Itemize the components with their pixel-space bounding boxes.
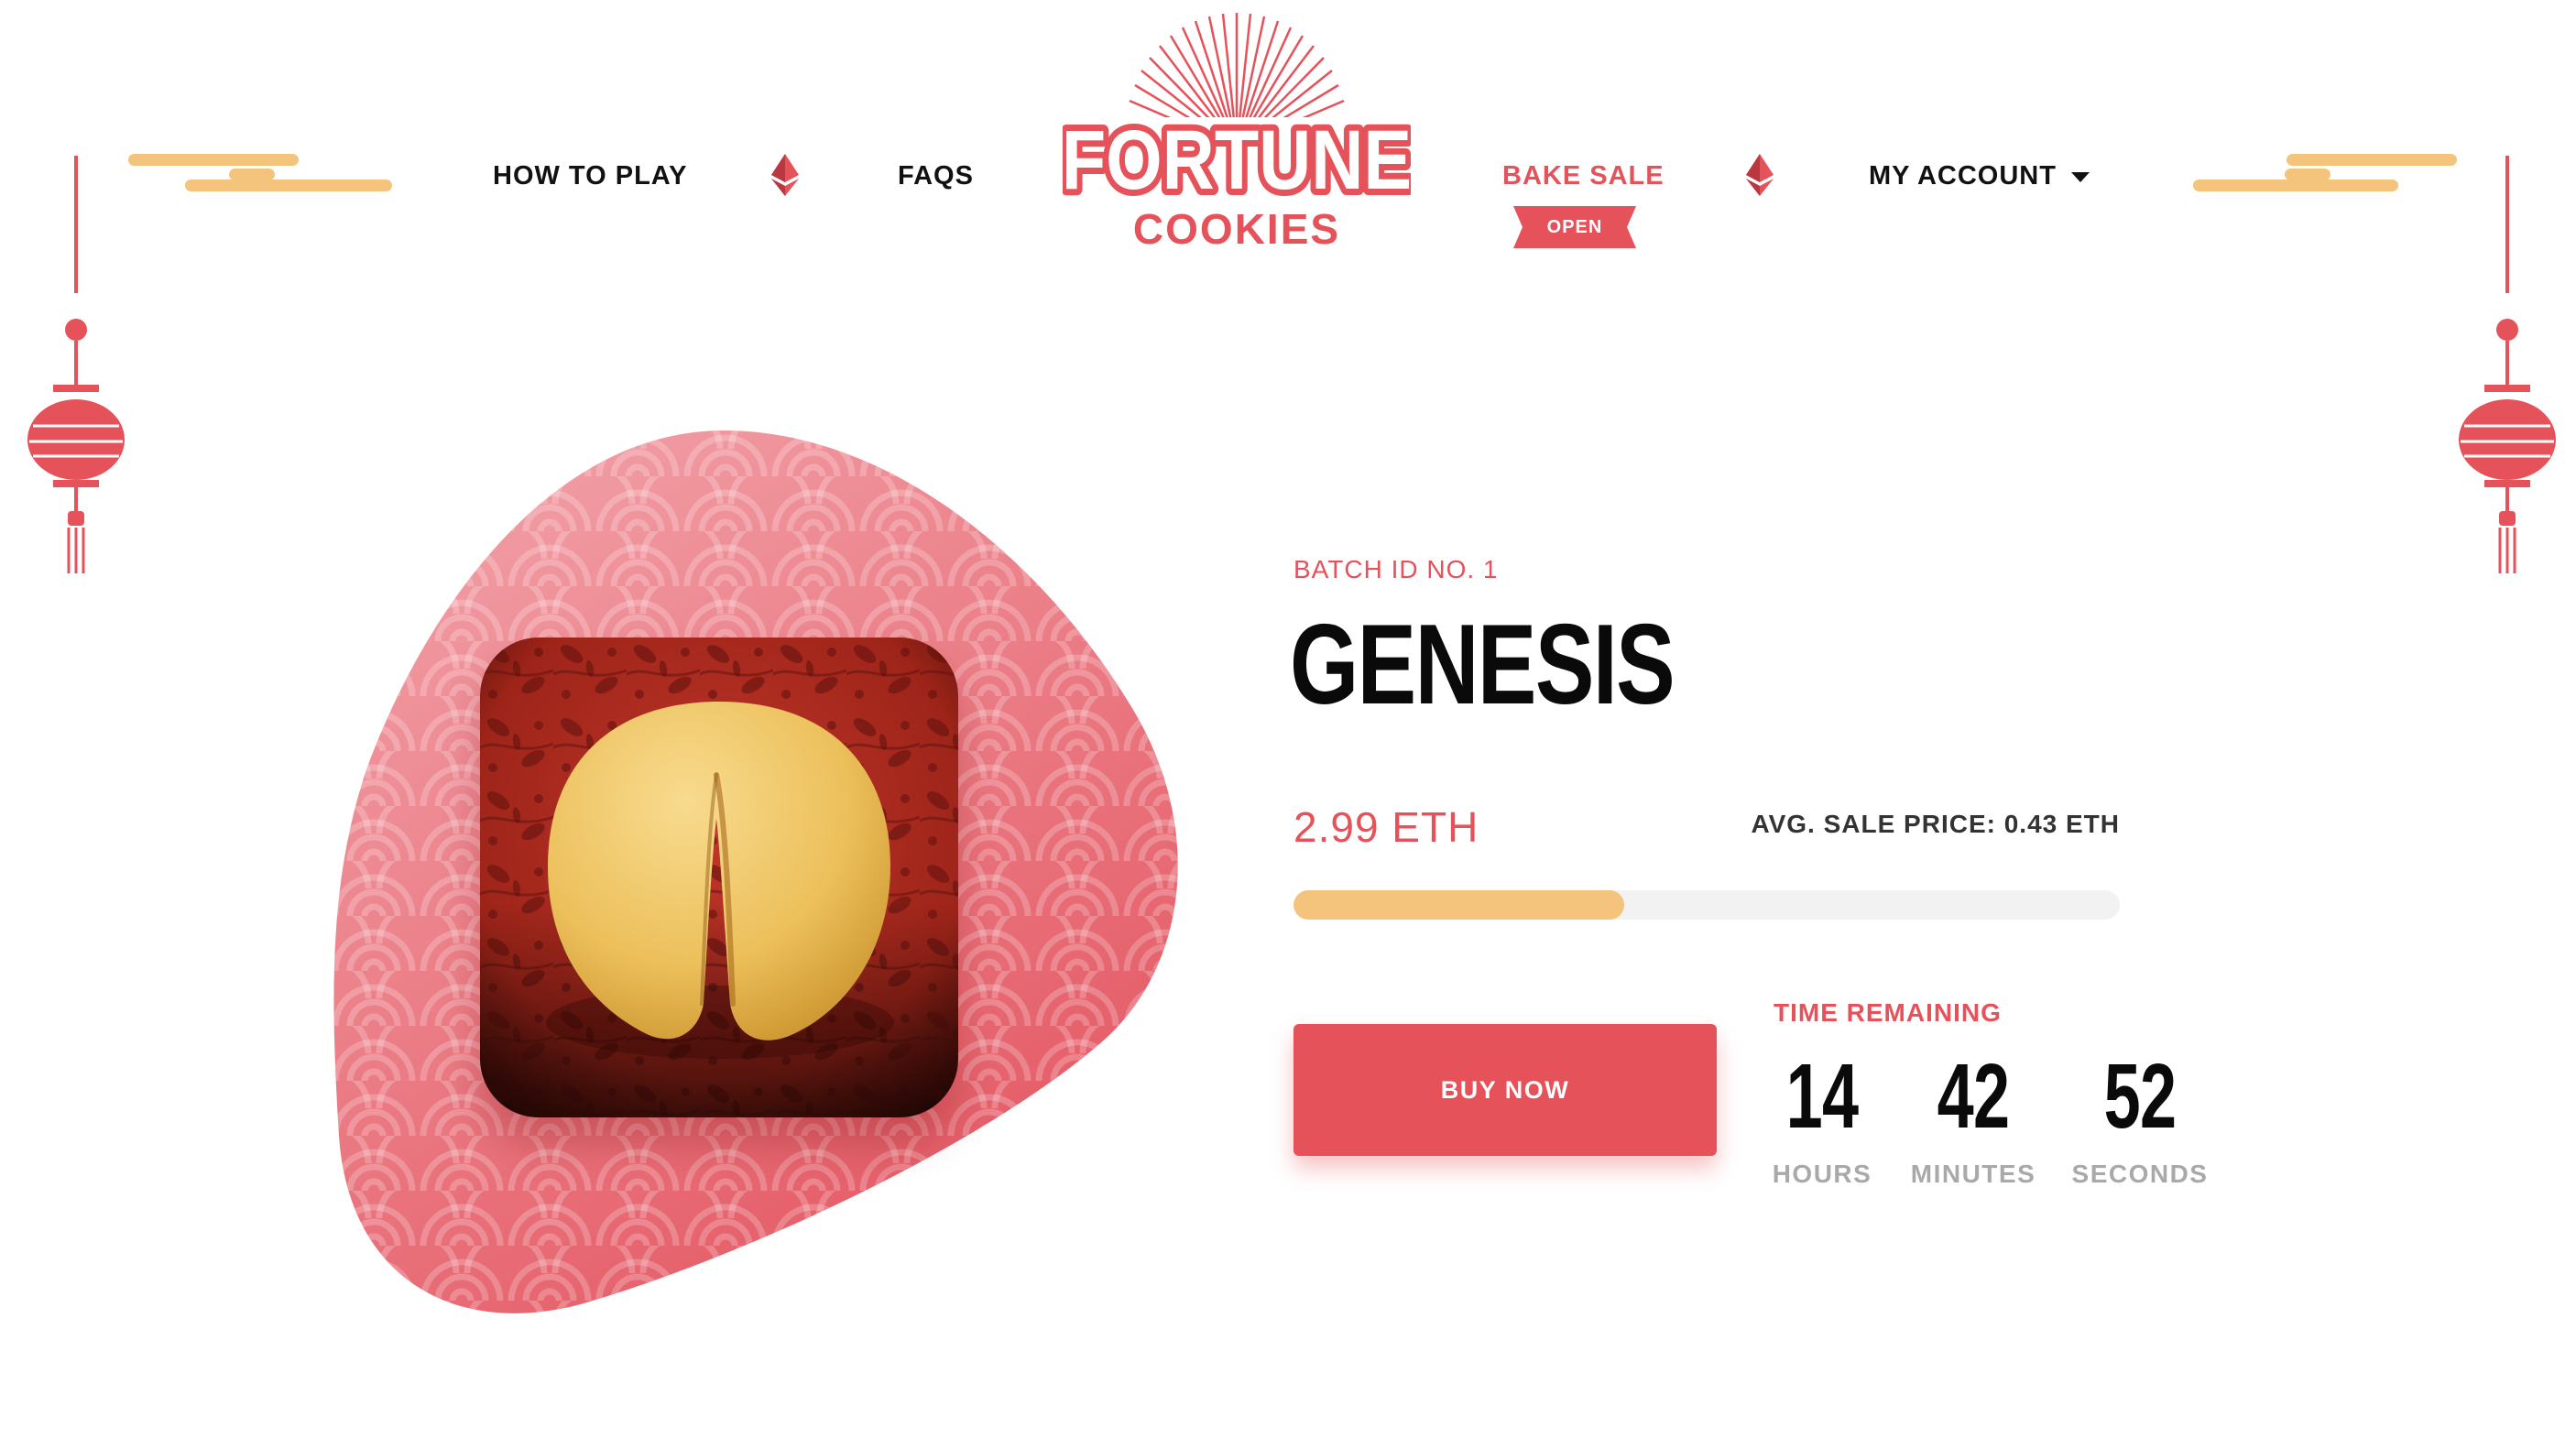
countdown-seconds: 52 SECONDS [2062,1046,2218,1189]
nav-how-to-play[interactable]: HOW TO PLAY [493,158,687,194]
svg-text:FORTUNE: FORTUNE [1063,113,1411,207]
caret-down-icon [2070,171,2090,182]
batch-id-label: BATCH ID NO. 1 [1293,555,1499,583]
batch-artwork[interactable] [480,637,958,1117]
average-sale-price: AVG. SALE PRICE: 0.43 ETH [1751,810,2120,838]
sale-progress-fill [1293,890,1624,920]
countdown-hours-value: 14 [1785,1045,1859,1148]
countdown-seconds-value: 52 [2103,1045,2177,1148]
countdown-seconds-label: SECONDS [2071,1160,2209,1188]
countdown-minutes-value: 42 [1937,1045,2010,1148]
sale-progress-bar [1293,890,2120,920]
fortune-cookies-logo[interactable]: FORTUNE FORTUNE COOKIES [1063,9,1411,256]
batch-price: 2.99 ETH [1293,803,1479,851]
lantern-icon-right [2459,156,2556,573]
bake-sale-status-text: OPEN [1546,217,1603,237]
buy-now-button[interactable]: BUY NOW [1293,1024,1717,1156]
ethereum-diamond-icon [771,154,799,196]
time-remaining-label: TIME REMAINING [1774,998,2002,1027]
countdown-minutes-label: MINUTES [1910,1160,2036,1188]
fortune-cookie-icon [480,637,958,1117]
bake-sale-status-badge: OPEN [1513,206,1636,248]
ethereum-diamond-icon [1746,154,1774,196]
lantern-icon-left [27,156,125,573]
batch-name-title: GENESIS [1290,602,1675,728]
countdown-hours: 14 HOURS [1744,1046,1900,1189]
nav-faqs[interactable]: FAQS [898,158,974,194]
nav-my-account-label: MY ACCOUNT [1869,161,2057,191]
nav-bake-sale[interactable]: BAKE SALE [1502,158,1665,194]
countdown-hours-label: HOURS [1772,1160,1872,1188]
svg-text:COOKIES: COOKIES [1133,205,1340,253]
countdown-minutes: 42 MINUTES [1895,1046,2051,1189]
nav-my-account[interactable]: MY ACCOUNT [1869,158,2090,194]
